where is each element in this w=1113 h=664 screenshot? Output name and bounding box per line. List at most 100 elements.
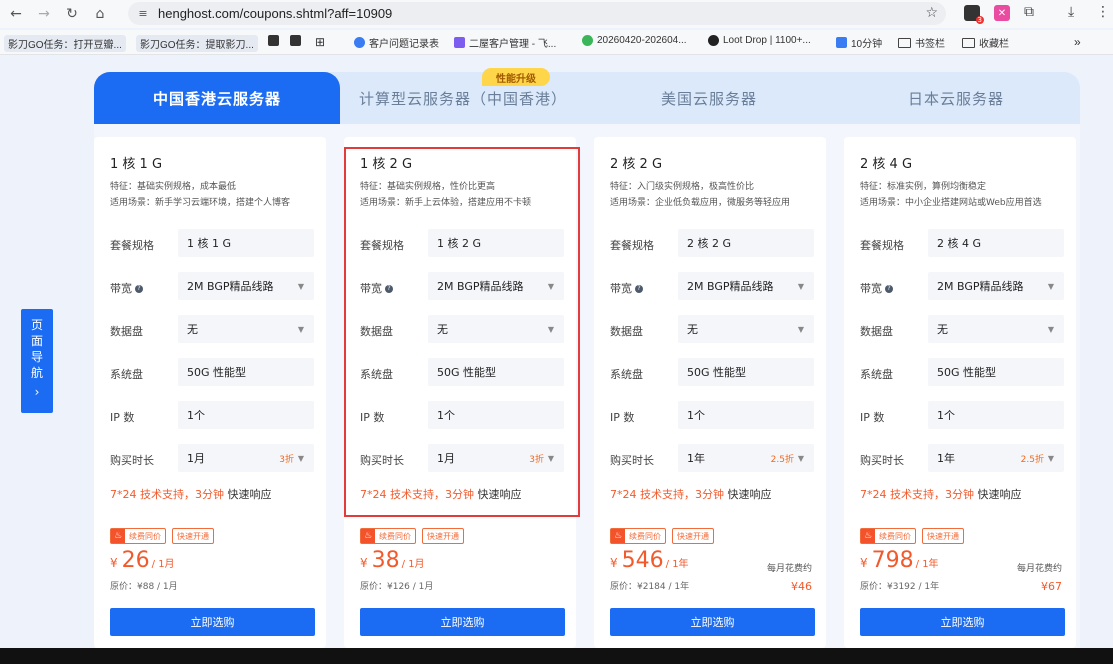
page-nav-char: 导 [30, 350, 43, 364]
price-unit: / 1月 [151, 559, 175, 570]
folder-icon [898, 37, 911, 48]
info-icon[interactable]: ? [385, 285, 393, 293]
tab-usa[interactable]: 美国云服务器 [586, 72, 832, 124]
chevron-down-icon: ▼ [797, 453, 804, 463]
ip-label: IP 数 [860, 411, 885, 424]
data-disk-select[interactable]: 无 ▼ [928, 315, 1064, 343]
bandwidth-label-text: 带宽 [860, 282, 882, 295]
info-icon[interactable]: ? [635, 285, 643, 293]
renew-same-price-tag: ♨ 续费同价 [110, 528, 166, 544]
currency-symbol: ¥ [110, 556, 118, 570]
reload-icon[interactable]: ↻ [60, 2, 84, 26]
card-scene: 适用场景：企业低负载应用，微服务等轻应用 [610, 198, 791, 208]
screen: ← → ↻ ⌂ ≡ henghost.com/coupons.shtml?aff… [0, 0, 1113, 648]
system-disk-value: 50G 性能型 [928, 358, 1064, 386]
extension-icon[interactable]: 3 [964, 5, 984, 24]
ip-label: IP 数 [360, 411, 385, 424]
home-icon[interactable]: ⌂ [88, 2, 112, 26]
spec-label: 套餐规格 [110, 239, 154, 252]
extensions-puzzle-icon[interactable]: ⧉ [1024, 4, 1034, 20]
bookmark-item[interactable]: Loot Drop | 1100+... [708, 35, 811, 46]
original-price: 原价：¥126 / 1月 [360, 582, 434, 592]
bookmark-item[interactable]: 10分钟 [836, 35, 882, 50]
bandwidth-select[interactable]: 2M BGP精品线路 ▼ [428, 272, 564, 300]
browser-toolbar: ← → ↻ ⌂ ≡ henghost.com/coupons.shtml?aff… [0, 0, 1113, 28]
spec-label: 套餐规格 [360, 239, 404, 252]
tag-row: ♨ 续费同价 快速开通 [360, 528, 464, 544]
bookmark-item[interactable]: 二屋客户管理 - 飞... [454, 35, 556, 50]
more-bookmarks-icon[interactable]: » [1074, 35, 1081, 49]
page-nav-char: 页 [30, 318, 43, 332]
bookmark-item[interactable]: 影刀GO任务：提取影刀... [136, 35, 258, 52]
info-icon[interactable]: ? [885, 285, 893, 293]
system-disk-value: 50G 性能型 [178, 358, 314, 386]
tag-row: ♨ 续费同价 快速开通 [860, 528, 964, 544]
url-text[interactable]: henghost.com/coupons.shtml?aff=10909 [158, 6, 392, 21]
ip-value: 1个 [178, 401, 314, 429]
site-settings-icon[interactable]: ≡ [134, 7, 152, 20]
duration-select[interactable]: 1月 3折 ▼ [178, 444, 314, 472]
ip-value: 1个 [678, 401, 814, 429]
price-value: 26 [121, 548, 150, 573]
page-nav-button[interactable]: 页 面 导 航 › [21, 309, 53, 413]
buy-now-button[interactable]: 立即选购 [360, 608, 565, 636]
duration-select[interactable]: 1年 2.5折 ▼ [678, 444, 814, 472]
support-part: 7*24 技术支持， [110, 488, 195, 501]
spec-value: 2 核 4 G [928, 229, 1064, 257]
bandwidth-select[interactable]: 2M BGP精品线路 ▼ [928, 272, 1064, 300]
support-part: 3分钟 [445, 488, 474, 501]
duration-select[interactable]: 1年 2.5折 ▼ [928, 444, 1064, 472]
tab-japan[interactable]: 日本云服务器 [832, 72, 1080, 124]
data-disk-select[interactable]: 无 ▼ [428, 315, 564, 343]
ip-value: 1个 [428, 401, 564, 429]
bookmark-label: 收藏栏 [979, 39, 1009, 50]
bandwidth-label-text: 带宽 [360, 282, 382, 295]
support-part: 3分钟 [945, 488, 974, 501]
bookmark-dark-icon[interactable] [290, 35, 305, 46]
bandwidth-select[interactable]: 2M BGP精品线路 ▼ [678, 272, 814, 300]
system-disk-label: 系统盘 [110, 368, 143, 381]
price: ¥798/ 1年 [860, 548, 939, 573]
duration-value: 1月 [187, 452, 205, 465]
forward-icon[interactable]: → [32, 2, 56, 26]
data-disk-value: 无 [937, 323, 948, 336]
info-icon[interactable]: ? [135, 285, 143, 293]
card-feature: 特征：标准实例，算例均衡稳定 [860, 182, 987, 192]
bookmark-star-icon[interactable]: ☆ [925, 5, 938, 21]
chevron-right-icon: › [34, 385, 40, 399]
renew-same-price-tag: ♨ 续费同价 [610, 528, 666, 544]
data-disk-select[interactable]: 无 ▼ [178, 315, 314, 343]
support-part: 7*24 技术支持， [360, 488, 445, 501]
download-icon[interactable]: ⤓ [1068, 4, 1074, 20]
tag-label: 续费同价 [129, 531, 161, 541]
bandwidth-label: 带宽? [110, 280, 143, 296]
product-card: 1 核 2 G 特征：基础实例规格，性价比更高 适用场景：新手上云体验，搭建应用… [344, 137, 576, 648]
buy-now-button[interactable]: 立即选购 [110, 608, 315, 636]
bookmark-item[interactable]: 影刀GO任务：打开豆瓣... [4, 35, 126, 52]
monthly-cost-label: 每月花费约 [766, 564, 812, 574]
ip-label: IP 数 [110, 411, 135, 424]
bookmark-item[interactable]: 客户问题记录表 [354, 35, 439, 50]
bookmark-folder[interactable]: 收藏栏 [962, 35, 1009, 50]
data-disk-select[interactable]: 无 ▼ [678, 315, 814, 343]
system-disk-label: 系统盘 [360, 368, 393, 381]
product-tabs: 中国香港云服务器 计算型云服务器（中国香港） 美国云服务器 日本云服务器 [94, 72, 1080, 124]
fast-activation-tag: 快速开通 [422, 528, 464, 544]
apps-grid-icon[interactable]: ⊞ [315, 35, 325, 49]
duration-select[interactable]: 1月 3折 ▼ [428, 444, 564, 472]
bandwidth-select[interactable]: 2M BGP精品线路 ▼ [178, 272, 314, 300]
extension-pink-icon[interactable]: ✕ [994, 5, 1010, 21]
bookmark-dark-icon[interactable] [268, 35, 283, 46]
buy-now-button[interactable]: 立即选购 [860, 608, 1065, 636]
bookmark-folder[interactable]: 书签栏 [898, 35, 945, 50]
fire-icon: ♨ [111, 529, 125, 543]
chevron-down-icon: ▼ [547, 324, 554, 334]
tab-hongkong[interactable]: 中国香港云服务器 [94, 72, 340, 124]
menu-icon[interactable]: ⋮ [1096, 4, 1110, 20]
bookmark-item[interactable]: 20260420-202604... [582, 35, 687, 46]
buy-now-button[interactable]: 立即选购 [610, 608, 815, 636]
system-disk-value: 50G 性能型 [428, 358, 564, 386]
monthly-cost-value: ¥46 [791, 580, 812, 593]
address-bar[interactable]: ≡ henghost.com/coupons.shtml?aff=10909 ☆ [128, 2, 946, 25]
back-icon[interactable]: ← [4, 2, 28, 26]
